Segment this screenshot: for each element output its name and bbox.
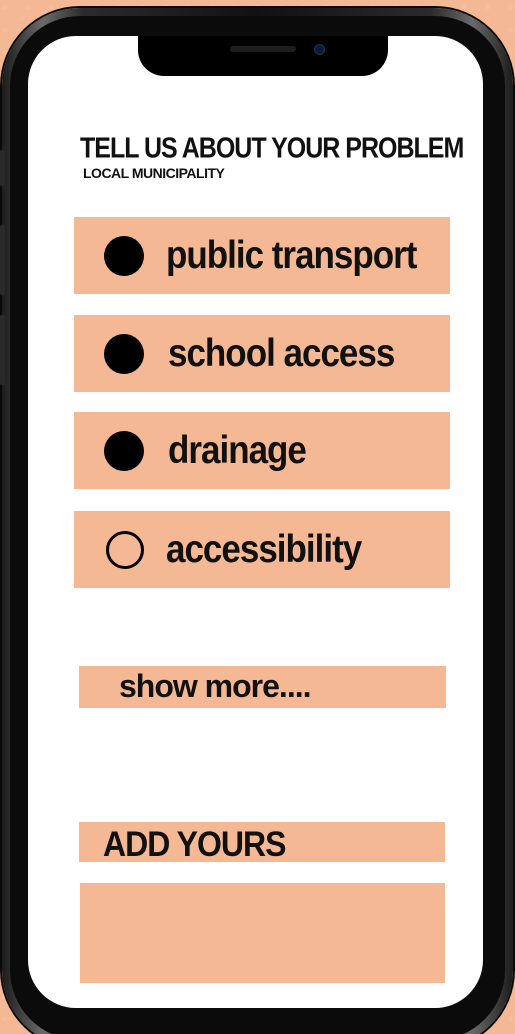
add-yours-label: ADD YOURS: [103, 824, 286, 864]
radio-selected-icon[interactable]: [104, 235, 144, 276]
option-public-transport[interactable]: public transport: [74, 217, 450, 294]
front-camera-icon: [314, 44, 325, 55]
option-label: accessibility: [166, 527, 362, 571]
mute-switch: [0, 150, 5, 186]
page-subtitle: LOCAL MUNICIPALITY: [83, 165, 225, 181]
add-yours-header: ADD YOURS: [79, 822, 445, 864]
add-yours-input[interactable]: [80, 883, 445, 983]
option-drainage[interactable]: drainage: [74, 412, 450, 489]
show-more-button[interactable]: show more....: [79, 666, 446, 708]
option-label: public transport: [166, 233, 417, 277]
radio-selected-icon[interactable]: [104, 430, 144, 471]
radio-selected-icon[interactable]: [104, 333, 144, 374]
speaker-grille: [230, 46, 296, 52]
option-label: school access: [168, 331, 395, 375]
volume-down-button: [0, 315, 5, 385]
notch: [138, 36, 388, 76]
option-label: drainage: [168, 428, 307, 472]
option-accessibility[interactable]: accessibility: [74, 511, 450, 588]
volume-up-button: [0, 225, 5, 295]
show-more-label: show more....: [119, 668, 311, 704]
page-title: TELL US ABOUT YOUR PROBLEM: [80, 132, 464, 165]
option-school-access[interactable]: school access: [74, 315, 450, 392]
radio-unselected-icon[interactable]: [106, 530, 144, 569]
